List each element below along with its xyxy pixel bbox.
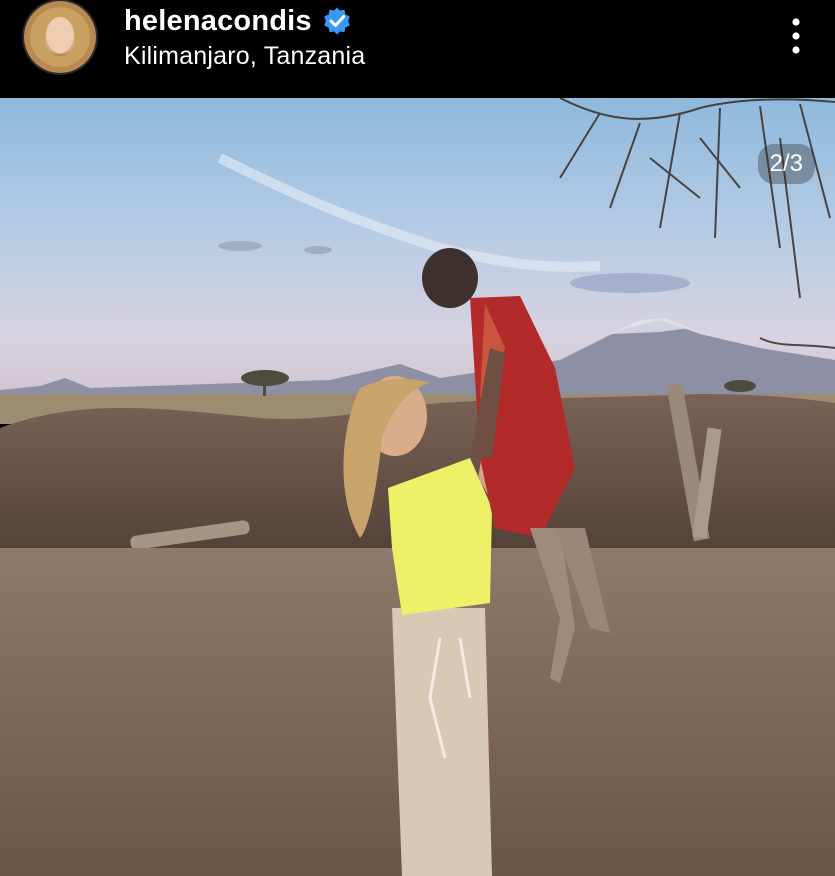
username-row: helenacondis — [124, 4, 352, 38]
photo-scene — [0, 98, 835, 876]
verified-badge-icon — [323, 7, 350, 35]
location-label[interactable]: Kilimanjaro, Tanzania — [124, 42, 365, 71]
avatar[interactable] — [24, 1, 96, 73]
post-photo[interactable]: 2/3 — [0, 98, 835, 876]
username[interactable]: helenacondis — [124, 5, 312, 38]
media-counter: 2/3 — [757, 144, 815, 184]
avatar-face — [46, 17, 74, 53]
post-header: helenacondis Kilimanjaro, Tanzania — [0, 0, 835, 98]
more-options-icon[interactable] — [786, 16, 806, 60]
